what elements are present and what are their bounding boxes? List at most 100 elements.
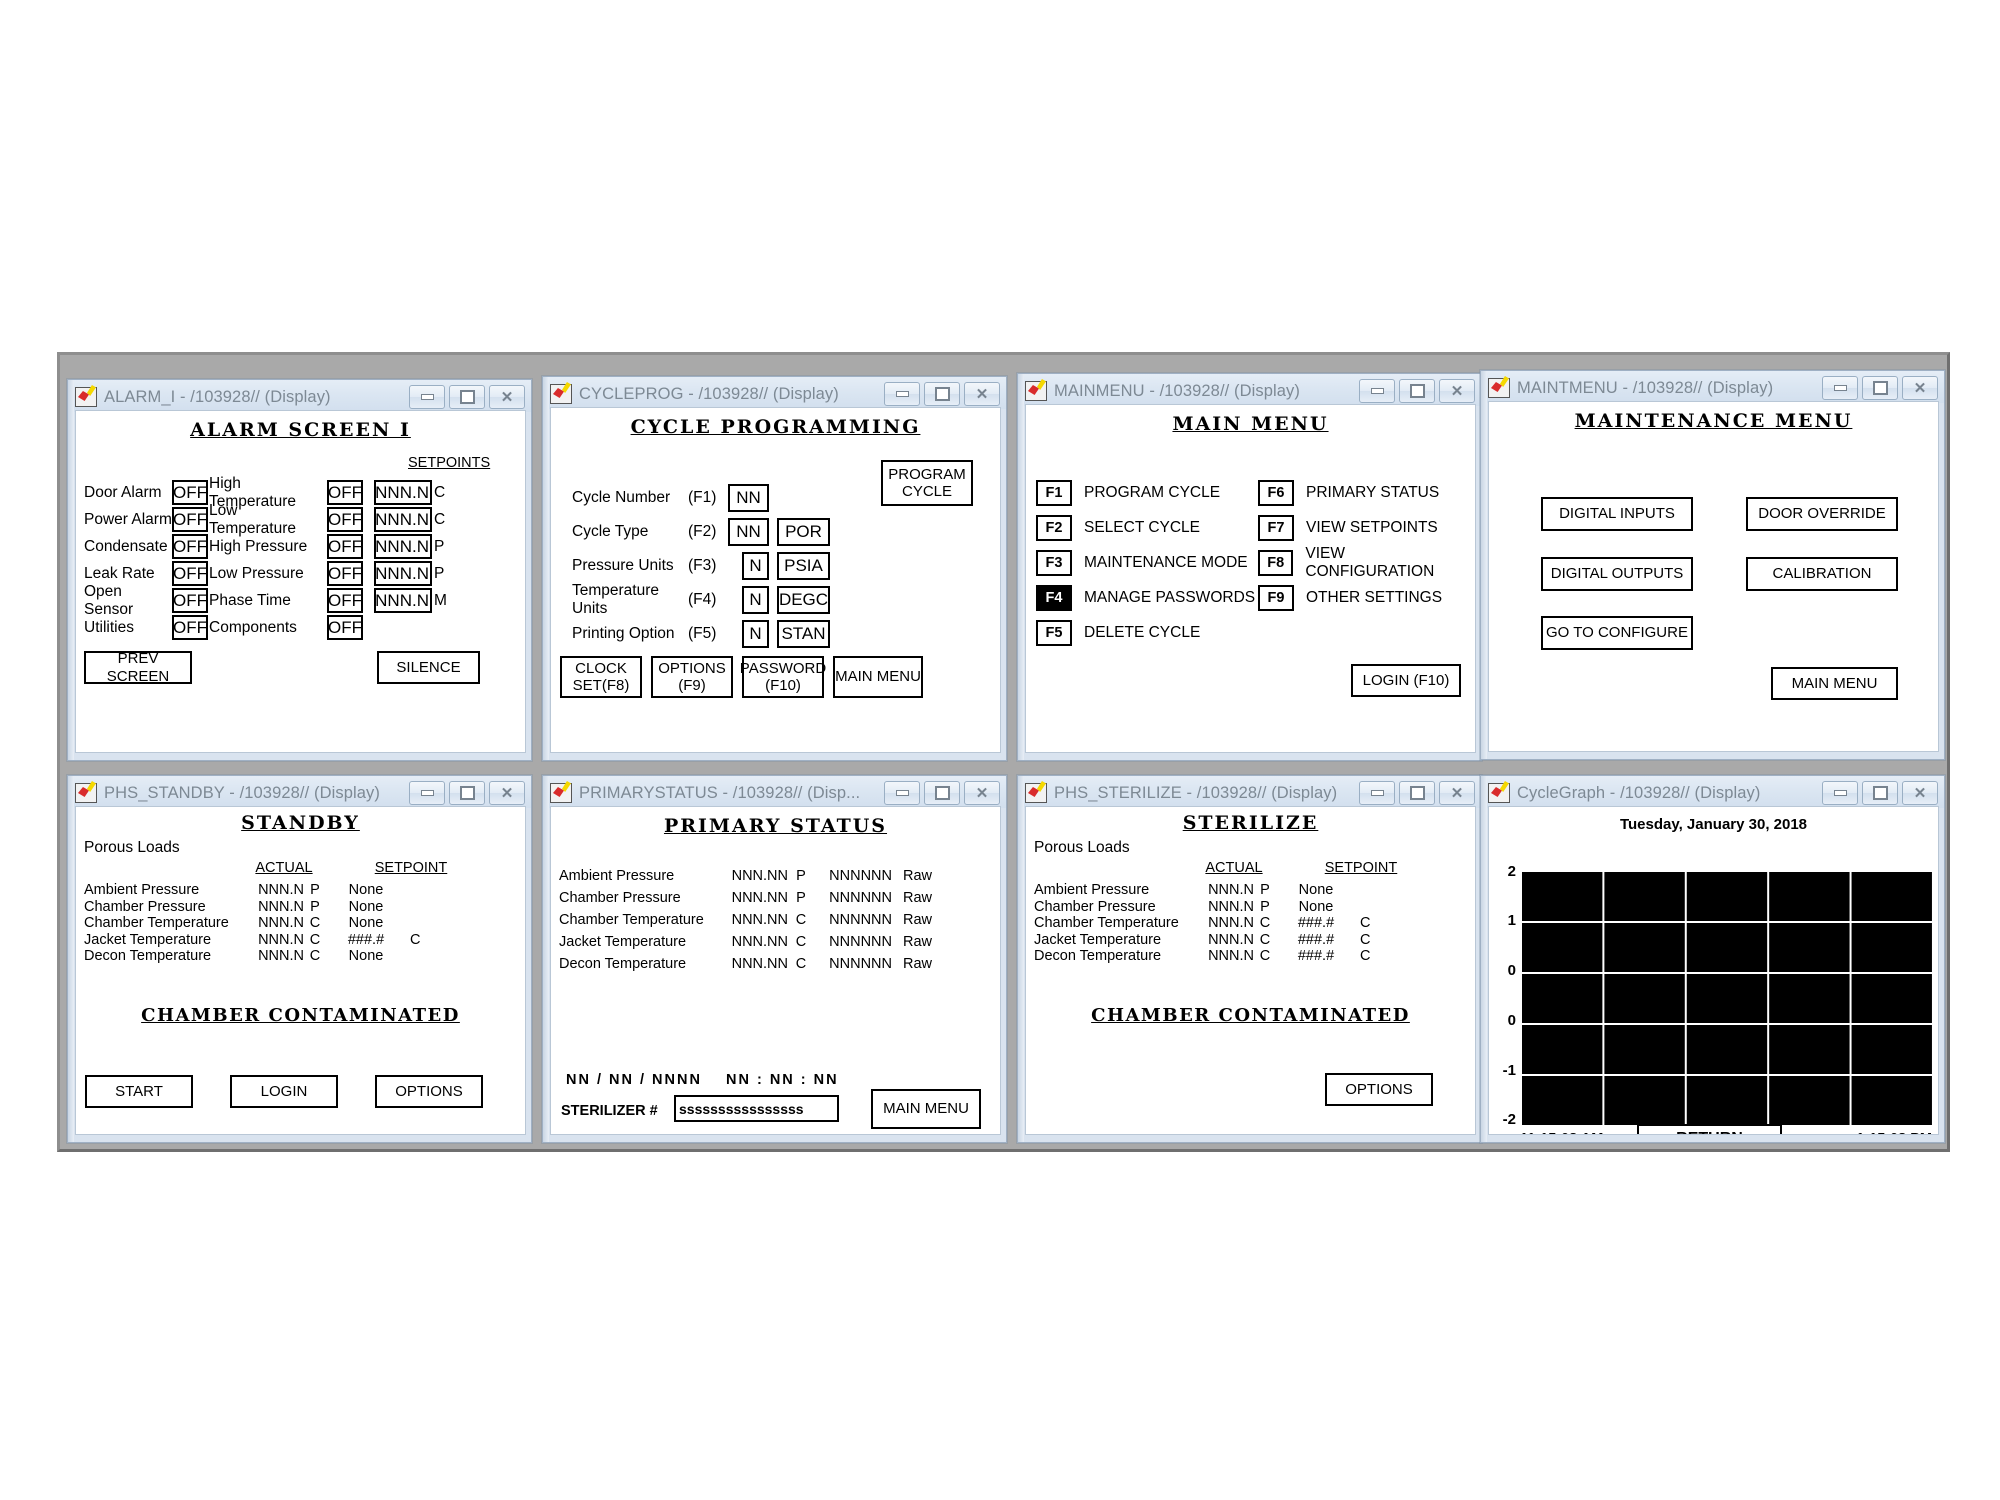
maximize-button[interactable]: [449, 781, 485, 805]
fkey-badge[interactable]: F7: [1258, 514, 1294, 541]
alarm-state[interactable]: OFF: [172, 507, 208, 532]
window-mainmenu[interactable]: MAINMENU - /103928// (Display) ✕ MAIN ME…: [1017, 373, 1482, 761]
field-value[interactable]: NN: [728, 484, 769, 512]
fkey-badge[interactable]: F2: [1036, 514, 1072, 541]
menu-item-view-configuration[interactable]: F8 VIEW CONFIGURATION: [1258, 545, 1475, 580]
alarm-state[interactable]: OFF: [327, 507, 363, 532]
close-button[interactable]: ✕: [964, 781, 1000, 805]
alarm-state[interactable]: OFF: [172, 480, 208, 505]
maximize-button[interactable]: [1862, 376, 1898, 400]
options-button[interactable]: OPTIONS (F9): [651, 656, 733, 698]
minimize-button[interactable]: [1822, 376, 1858, 400]
window-controls[interactable]: ✕: [1359, 379, 1477, 403]
alarm-state[interactable]: OFF: [172, 534, 208, 559]
field-option[interactable]: DEGC: [777, 586, 830, 614]
digital-outputs-button[interactable]: DIGITAL OUTPUTS: [1541, 557, 1693, 591]
minimize-button[interactable]: [1359, 379, 1395, 403]
alarm-state[interactable]: OFF: [327, 588, 363, 613]
door-override-button[interactable]: DOOR OVERRIDE: [1746, 497, 1898, 531]
alarm-setpoint[interactable]: NNN.N: [374, 588, 432, 613]
fkey-badge-selected[interactable]: F4: [1036, 584, 1072, 611]
titlebar-sterilize[interactable]: PHS_STERILIZE - /103928// (Display) ✕: [1018, 776, 1481, 808]
window-controls[interactable]: ✕: [884, 781, 1002, 805]
digital-inputs-button[interactable]: DIGITAL INPUTS: [1541, 497, 1693, 531]
cycle-graph-plot[interactable]: [1520, 870, 1932, 1125]
go-to-configure-button[interactable]: GO TO CONFIGURE: [1541, 616, 1693, 650]
alarm-state[interactable]: OFF: [172, 588, 208, 613]
minimize-button[interactable]: [409, 385, 445, 409]
main-menu-button[interactable]: MAIN MENU: [871, 1089, 981, 1129]
close-button[interactable]: ✕: [1439, 379, 1475, 403]
maximize-button[interactable]: [924, 781, 960, 805]
window-standby[interactable]: PHS_STANDBY - /103928// (Display) ✕ STAN…: [67, 775, 532, 1143]
close-button[interactable]: ✕: [489, 385, 525, 409]
minimize-button[interactable]: [884, 781, 920, 805]
menu-item-select-cycle[interactable]: F2 SELECT CYCLE: [1036, 510, 1255, 545]
main-menu-button[interactable]: MAIN MENU: [1771, 667, 1898, 700]
calibration-button[interactable]: CALIBRATION: [1746, 557, 1898, 591]
return-button[interactable]: RETURN: [1637, 1124, 1782, 1134]
fkey-badge[interactable]: F6: [1258, 479, 1294, 506]
field-option[interactable]: STAN: [777, 620, 830, 648]
titlebar-primarystatus[interactable]: PRIMARYSTATUS - /103928// (Disp... ✕: [543, 776, 1006, 808]
field-option[interactable]: PSIA: [777, 552, 830, 580]
close-button[interactable]: ✕: [1902, 781, 1938, 805]
menu-item-program-cycle[interactable]: F1 PROGRAM CYCLE: [1036, 475, 1255, 510]
alarm-state[interactable]: OFF: [327, 480, 363, 505]
titlebar-mainmenu[interactable]: MAINMENU - /103928// (Display) ✕: [1018, 374, 1481, 406]
menu-item-other-settings[interactable]: F9 OTHER SETTINGS: [1258, 580, 1475, 615]
minimize-button[interactable]: [884, 382, 920, 406]
titlebar-alarm[interactable]: ALARM_I - /103928// (Display) ✕: [68, 380, 531, 412]
window-cyclegraph[interactable]: CycleGraph - /103928// (Display) ✕ Tuesd…: [1480, 775, 1945, 1143]
field-value[interactable]: N: [742, 620, 769, 648]
field-value[interactable]: N: [742, 552, 769, 580]
login-button[interactable]: LOGIN (F10): [1351, 664, 1461, 697]
fkey-badge[interactable]: F8: [1258, 549, 1294, 576]
window-controls[interactable]: ✕: [1822, 781, 1940, 805]
alarm-setpoint[interactable]: NNN.N: [374, 534, 432, 559]
menu-item-delete-cycle[interactable]: F5 DELETE CYCLE: [1036, 615, 1255, 650]
window-cycleprog[interactable]: CYCLEPROG - /103928// (Display) ✕ CYCLE …: [542, 376, 1007, 761]
alarm-setpoint[interactable]: NNN.N: [374, 480, 432, 505]
main-menu-button[interactable]: MAIN MENU: [833, 656, 923, 698]
start-button[interactable]: START: [85, 1075, 193, 1108]
field-value[interactable]: NN: [728, 518, 769, 546]
titlebar-standby[interactable]: PHS_STANDBY - /103928// (Display) ✕: [68, 776, 531, 808]
maximize-button[interactable]: [1399, 781, 1435, 805]
options-button[interactable]: OPTIONS: [375, 1075, 483, 1108]
program-cycle-button[interactable]: PROGRAM CYCLE: [881, 460, 973, 506]
alarm-state[interactable]: OFF: [172, 561, 208, 586]
prev-screen-button[interactable]: PREV SCREEN: [84, 650, 192, 685]
alarm-setpoint[interactable]: NNN.N: [374, 561, 432, 586]
alarm-state[interactable]: OFF: [327, 561, 363, 586]
window-controls[interactable]: ✕: [1822, 376, 1940, 400]
options-button[interactable]: OPTIONS: [1325, 1073, 1433, 1106]
window-maintmenu[interactable]: MAINTMENU - /103928// (Display) ✕ MAINTE…: [1480, 370, 1945, 760]
window-controls[interactable]: ✕: [409, 385, 527, 409]
window-controls[interactable]: ✕: [884, 382, 1002, 406]
sterilizer-number-input[interactable]: ssssssssssssssss: [674, 1095, 839, 1122]
minimize-button[interactable]: [1359, 781, 1395, 805]
alarm-state[interactable]: OFF: [327, 615, 363, 640]
window-controls[interactable]: ✕: [409, 781, 527, 805]
fkey-badge[interactable]: F5: [1036, 619, 1072, 646]
close-button[interactable]: ✕: [1902, 376, 1938, 400]
fkey-badge[interactable]: F1: [1036, 479, 1072, 506]
menu-item-view-setpoints[interactable]: F7 VIEW SETPOINTS: [1258, 510, 1475, 545]
maximize-button[interactable]: [1862, 781, 1898, 805]
titlebar-cycleprog[interactable]: CYCLEPROG - /103928// (Display) ✕: [543, 377, 1006, 409]
silence-button[interactable]: SILENCE: [377, 651, 480, 684]
clock-set-button[interactable]: CLOCK SET(F8): [560, 656, 642, 698]
alarm-setpoint[interactable]: NNN.N: [374, 507, 432, 532]
window-alarm[interactable]: ALARM_I - /103928// (Display) ✕ ALARM SC…: [67, 379, 532, 761]
fkey-badge[interactable]: F9: [1258, 584, 1294, 611]
titlebar-maintmenu[interactable]: MAINTMENU - /103928// (Display) ✕: [1481, 371, 1944, 403]
menu-item-primary-status[interactable]: F6 PRIMARY STATUS: [1258, 475, 1475, 510]
window-controls[interactable]: ✕: [1359, 781, 1477, 805]
close-button[interactable]: ✕: [964, 382, 1000, 406]
field-option[interactable]: POR: [777, 518, 830, 546]
titlebar-cyclegraph[interactable]: CycleGraph - /103928// (Display) ✕: [1481, 776, 1944, 808]
window-sterilize[interactable]: PHS_STERILIZE - /103928// (Display) ✕ ST…: [1017, 775, 1482, 1143]
login-button[interactable]: LOGIN: [230, 1075, 338, 1108]
minimize-button[interactable]: [409, 781, 445, 805]
